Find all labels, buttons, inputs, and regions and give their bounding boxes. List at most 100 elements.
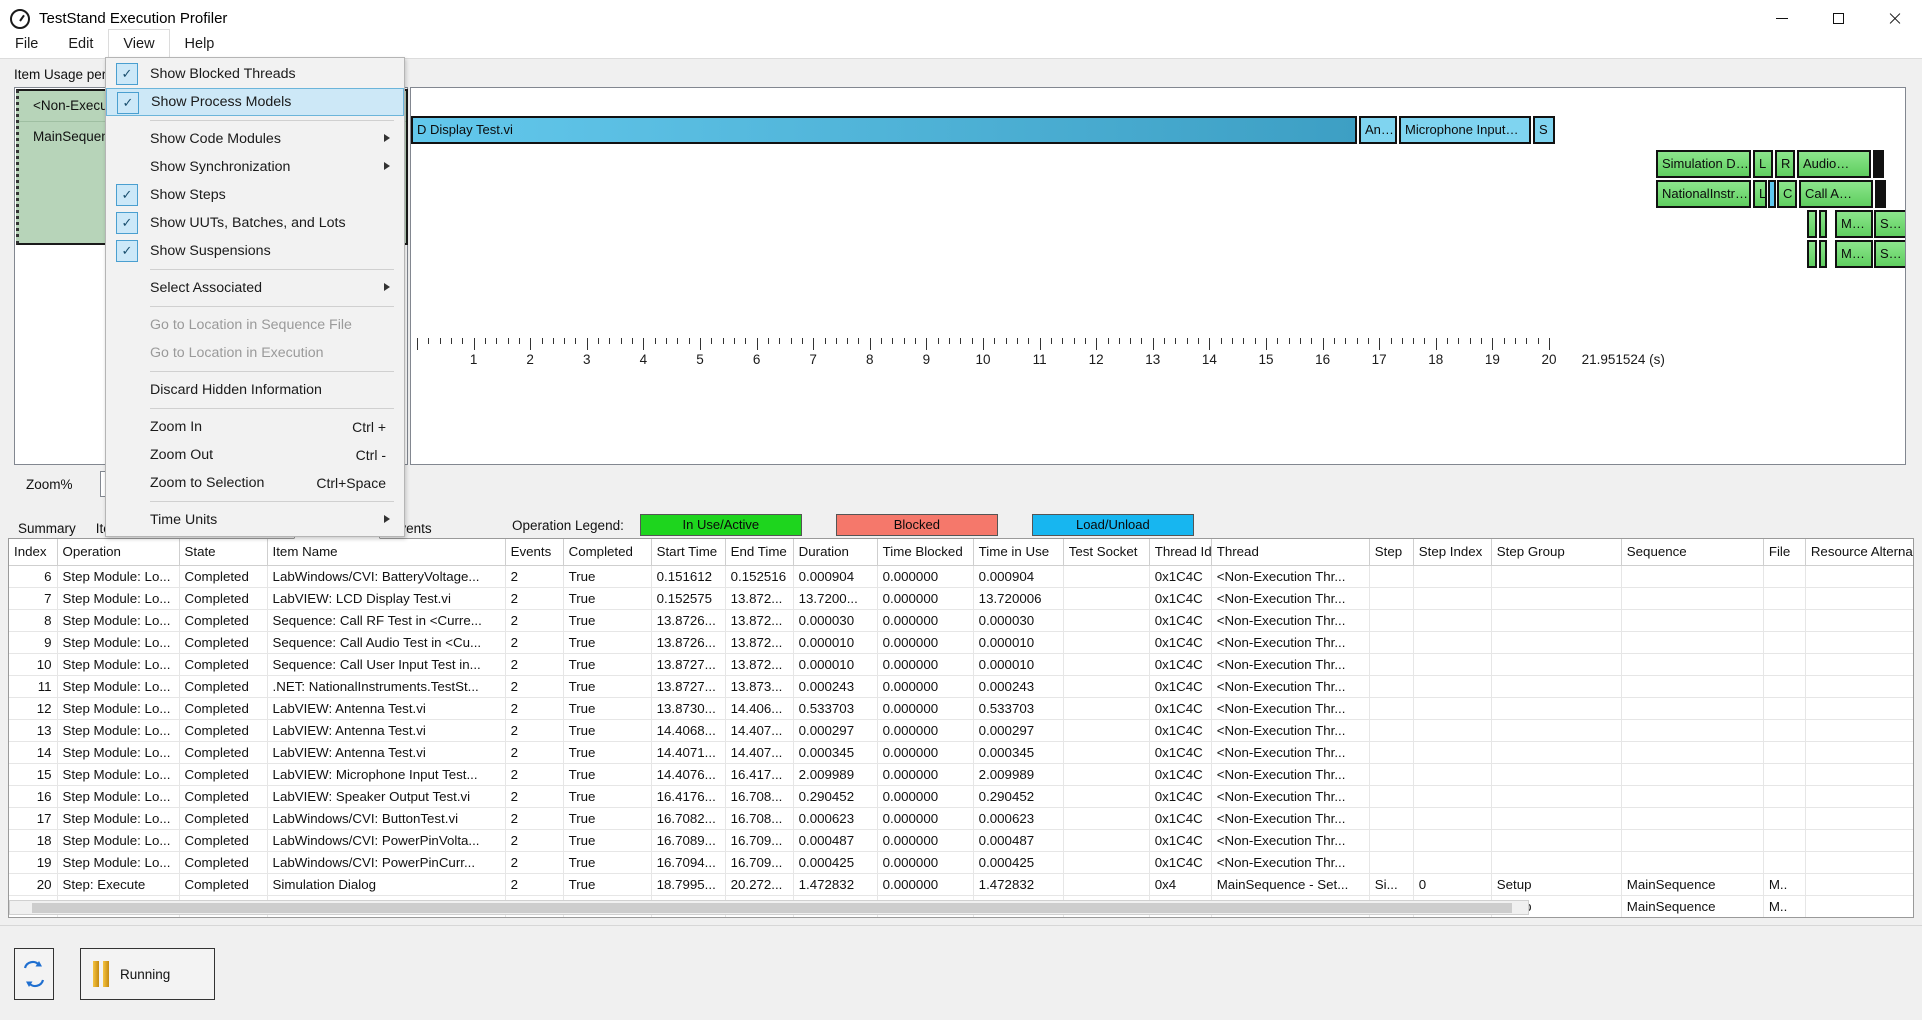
table-row[interactable]: 14 Step Module: Lo... Completed LabVIEW: An… [9,741,1913,764]
refresh-button[interactable] [14,948,54,1000]
column-header[interactable]: State [179,539,268,566]
ruler-minor-tick [949,338,951,344]
gantt-bar[interactable]: D Display Test.vi [411,116,1357,144]
gantt-bar[interactable]: S… [1874,210,1905,238]
table-row[interactable]: 8 Step Module: Lo... Completed Sequence: Ca… [9,609,1913,632]
gantt-bar[interactable]: NationalInstr… [1656,180,1751,208]
menu-file[interactable]: File [0,29,53,58]
gantt-bar[interactable] [1819,240,1827,268]
table-row[interactable]: 9 Step Module: Lo... Completed Sequence: Ca… [9,631,1913,654]
column-header[interactable]: End Time [725,539,794,566]
table-row[interactable]: 19 Step Module: Lo... Completed LabWindows/… [9,851,1913,874]
ruler-minor-tick [733,338,735,344]
gantt-bar[interactable]: An… [1359,116,1397,144]
column-header[interactable]: Start Time [651,539,726,566]
table-cell: <Non-Execution Thr... [1211,807,1370,830]
column-header[interactable]: Index [9,539,58,566]
column-header[interactable]: Step [1369,539,1414,566]
gantt-bar[interactable]: Simulation D… [1656,150,1751,178]
gantt-bar[interactable]: S… [1874,240,1905,268]
column-header[interactable]: Item Name [267,539,506,566]
gantt-bar[interactable]: L [1753,180,1767,208]
column-header[interactable]: Operation [57,539,180,566]
column-header[interactable]: Step Index [1413,539,1492,566]
menu-edit[interactable]: Edit [53,29,108,58]
table-cell: <Non-Execution Thr... [1211,697,1370,720]
menu-item-label: Discard Hidden Information [150,382,322,398]
gantt-bar[interactable]: S [1533,116,1555,144]
table-cell: 0x1C4C [1149,565,1212,588]
column-header[interactable]: Test Socket [1063,539,1150,566]
menu-item-zoom-out[interactable]: Zoom Out Ctrl - [106,441,404,469]
gantt-bar[interactable]: C [1777,180,1797,208]
ruler-minor-tick [1016,338,1018,344]
gantt-bar[interactable]: Call A… [1799,180,1873,208]
gantt-bar[interactable] [1873,150,1884,178]
menu-item-show-blocked-threads[interactable]: ✓ Show Blocked Threads [106,60,404,88]
menu-item-zoom-in[interactable]: Zoom In Ctrl + [106,413,404,441]
scrollbar-thumb[interactable] [32,903,1512,913]
gantt-bar[interactable] [1875,180,1886,208]
column-header[interactable]: Completed [563,539,652,566]
column-header[interactable]: Resource Alternative [1805,539,1913,566]
table-cell: MainSequence [1621,873,1764,896]
gantt-bar[interactable]: L [1753,150,1773,178]
column-header[interactable]: Duration [793,539,878,566]
operations-table[interactable]: Index Operation State Item Name Events Comple… [8,538,1914,918]
menu-item-show-suspensions[interactable]: ✓ Show Suspensions [106,237,404,265]
column-header[interactable]: Time in Use [973,539,1064,566]
table-cell: 0.000243 [973,675,1064,698]
table-cell: Step Module: Lo... [57,697,180,720]
table-cell: 16.7082... [651,807,726,830]
menu-item-select-associated[interactable]: Select Associated [106,274,404,302]
table-row[interactable]: 17 Step Module: Lo... Completed LabWindows/… [9,807,1913,830]
gantt-bar[interactable]: Audio… [1797,150,1871,178]
table-row[interactable]: 13 Step Module: Lo... Completed LabVIEW: An… [9,719,1913,742]
table-cell [1063,873,1150,896]
column-header[interactable]: Sequence [1621,539,1764,566]
table-row[interactable]: 12 Step Module: Lo... Completed LabVIEW: An… [9,697,1913,720]
gantt-chart[interactable]: D Display Test.vi An… Microphone Input… S Si… [410,87,1906,465]
menu-item-discard-hidden-information[interactable]: Discard Hidden Information [106,376,404,404]
menu-item-show-process-models[interactable]: ✓ Show Process Models [106,88,404,116]
column-header[interactable]: Thread [1211,539,1370,566]
chevron-right-icon [384,283,390,291]
table-row[interactable]: 16 Step Module: Lo... Completed LabVIEW: Sp… [9,785,1913,808]
table-row[interactable]: 10 Step Module: Lo... Completed Sequence: C… [9,653,1913,676]
gantt-bar[interactable]: Microphone Input… [1399,116,1531,144]
column-header[interactable]: Time Blocked [877,539,974,566]
table-cell: <Non-Execution Thr... [1211,653,1370,676]
column-header[interactable]: Step Group [1491,539,1622,566]
tab-summary[interactable]: Summary [8,517,86,539]
table-row[interactable]: 22Step: ExecuteCompletedInitialize Test … [9,917,1914,918]
gantt-bar[interactable]: R [1775,150,1795,178]
column-header[interactable]: File [1763,539,1806,566]
gantt-bar[interactable] [1807,210,1817,238]
table-row[interactable]: 11 Step Module: Lo... Completed .NET: Natio… [9,675,1913,698]
gantt-bar[interactable]: M… [1835,210,1873,238]
table-cell: 0.000010 [793,631,878,654]
menu-item-show-steps[interactable]: ✓ Show Steps [106,181,404,209]
table-horizontal-scrollbar[interactable] [9,900,1529,915]
menu-item-zoom-to-selection[interactable]: Zoom to Selection Ctrl+Space [106,469,404,497]
table-row[interactable]: 6 Step Module: Lo... Completed LabWindows/C… [9,565,1913,588]
column-header[interactable]: Events [505,539,564,566]
menu-item-show-code-modules[interactable]: Show Code Modules [106,125,404,153]
check-icon: ✓ [116,212,138,234]
table-row[interactable]: 7 Step Module: Lo... Completed LabVIEW: LCD… [9,587,1913,610]
table-row[interactable]: 15 Step Module: Lo... Completed LabVIEW: Mi… [9,763,1913,786]
menu-view[interactable]: View [108,29,170,59]
menu-item-show-synchronization[interactable]: Show Synchronization [106,153,404,181]
menu-help[interactable]: Help [170,29,230,58]
gantt-bar[interactable]: M… [1835,240,1873,268]
menu-item-time-units[interactable]: Time Units [106,506,404,534]
column-header[interactable]: Thread Id [1149,539,1212,566]
table-row[interactable]: 20 Step: Execute Completed Simulation Dialo… [9,873,1913,896]
table-row[interactable]: 18 Step Module: Lo... Completed LabWindows/… [9,829,1913,852]
gantt-bar[interactable] [1819,210,1827,238]
menu-item-show-uuts-batches-and-lots[interactable]: ✓ Show UUTs, Batches, and Lots [106,209,404,237]
table-cell [1763,565,1806,588]
gantt-bar[interactable] [1768,180,1776,208]
running-status-button[interactable]: Running [80,948,215,1000]
gantt-bar[interactable] [1807,240,1817,268]
